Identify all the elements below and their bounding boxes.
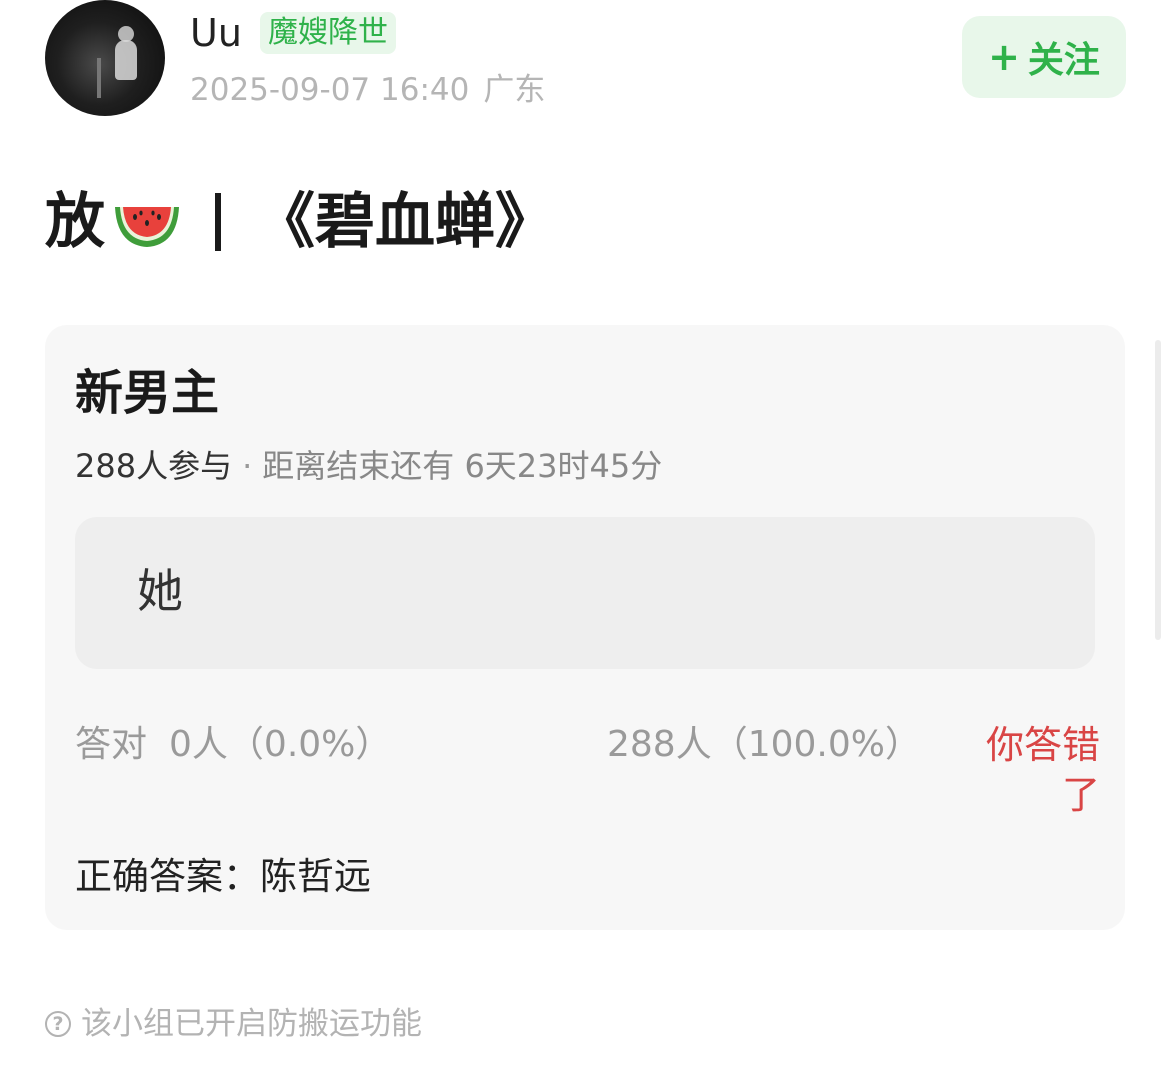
author-avatar[interactable]	[45, 0, 165, 116]
result-status: 你答错了	[985, 723, 1100, 817]
post-title-main: 《碧血蝉》	[255, 187, 555, 257]
follow-button-label: 关注	[1027, 40, 1100, 81]
avatar-figure-body	[115, 40, 137, 80]
scrollbar[interactable]	[1155, 340, 1161, 640]
quiz-stats: 288人参与 · 距离结束还有 6天23时45分	[75, 445, 662, 487]
correct-result: 答对 0人（0.0%）	[75, 722, 391, 768]
quiz-card: 新男主 288人参与 · 距离结束还有 6天23时45分 她 答对 0人（0.0%） …	[45, 325, 1125, 930]
author-name[interactable]: Uu	[190, 10, 242, 56]
post-location: 广东	[483, 72, 546, 108]
plus-icon: +	[988, 35, 1020, 79]
quiz-time-left: 距离结束还有 6天23时45分	[262, 447, 663, 485]
quiz-participants: 288人参与	[75, 447, 233, 485]
stats-separator: ·	[242, 447, 253, 485]
follow-button[interactable]: + 关注	[962, 16, 1126, 98]
watermelon-emoji-icon	[115, 207, 179, 247]
post-title-prefix: 放	[45, 187, 105, 257]
option-result-count: 288人（100.0%）	[607, 724, 921, 765]
correct-answer: 正确答案：陈哲远	[75, 855, 371, 898]
anti-repost-note[interactable]: ? 该小组已开启防搬运功能	[45, 1004, 422, 1044]
quiz-option-label: 她	[137, 564, 183, 618]
question-circle-icon: ?	[45, 1011, 71, 1037]
correct-label: 答对	[75, 724, 148, 765]
quiz-option[interactable]: 她	[75, 517, 1095, 669]
quiz-question: 新男主	[75, 365, 220, 421]
post-title: 放 《碧血蝉》	[45, 182, 555, 262]
post-meta: 2025-09-07 16:40 广东	[190, 70, 545, 110]
avatar-mic-stand	[97, 58, 101, 98]
author-badge[interactable]: 魔嫂降世	[260, 12, 396, 54]
title-divider	[215, 193, 221, 251]
correct-count: 0人（0.0%）	[169, 724, 392, 765]
post-datetime: 2025-09-07 16:40	[190, 72, 470, 108]
anti-repost-note-text: 该小组已开启防搬运功能	[81, 1006, 422, 1042]
